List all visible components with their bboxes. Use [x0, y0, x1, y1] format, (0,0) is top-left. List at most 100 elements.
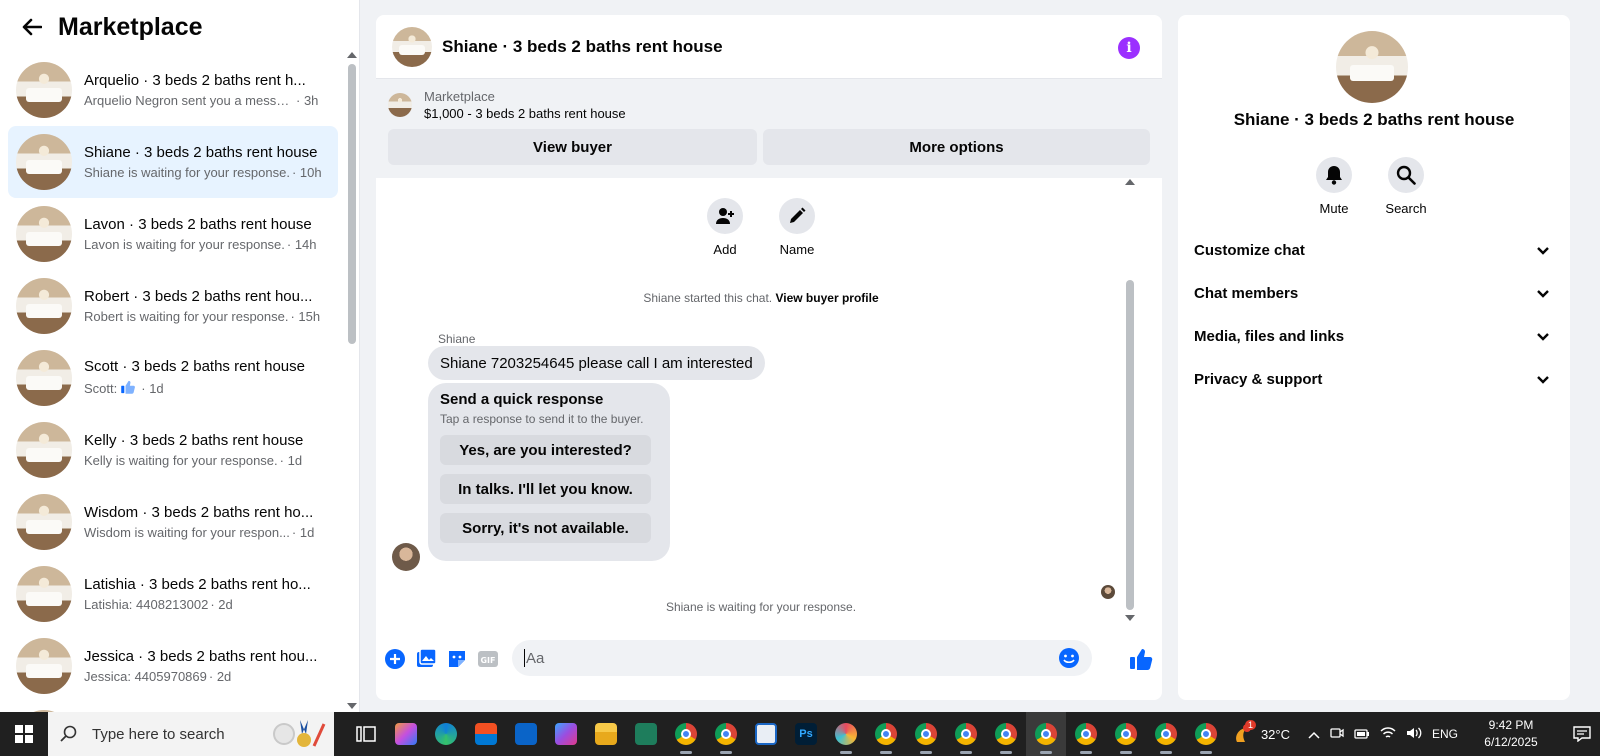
conversation-snippet: Latishia: 4408213002 [84, 597, 209, 612]
sidebar-header: Marketplace [0, 0, 359, 54]
windows-start-icon[interactable] [0, 712, 48, 756]
back-arrow-icon[interactable] [18, 13, 46, 41]
conversation-preview: Wisdom is waiting for your respon... · 1d [84, 525, 324, 540]
search-highlight-icon[interactable] [270, 718, 326, 750]
scroll-up-arrow[interactable] [347, 52, 357, 58]
clock-time: 9:42 PM [1488, 718, 1534, 732]
conversation-item[interactable]: Scott · 3 beds 2 baths rent house Scott: … [8, 342, 338, 414]
app-icon[interactable] [626, 712, 666, 756]
details-actions: Mute Search [1316, 157, 1427, 216]
mute-action[interactable]: Mute [1316, 157, 1352, 216]
conversation-item[interactable]: Latishia · 3 beds 2 baths rent ho... Lati… [8, 558, 338, 630]
search-action[interactable]: Search [1385, 157, 1427, 216]
chrome-icon[interactable] [706, 712, 746, 756]
privacy-support-section[interactable]: Privacy & support [1194, 358, 1554, 401]
conversation-item[interactable]: Wisdom · 3 beds 2 baths rent ho... Wisdom… [8, 486, 338, 558]
chrome-icon[interactable] [1146, 712, 1186, 756]
notification-center-icon[interactable] [1564, 726, 1600, 742]
pencil-icon[interactable] [779, 198, 815, 234]
photo-icon[interactable] [415, 648, 437, 670]
gif-icon[interactable]: GIF [477, 648, 499, 670]
name-action[interactable]: Name [779, 198, 815, 257]
thumbs-up-icon[interactable] [1128, 646, 1154, 672]
chrome-icon[interactable] [1026, 712, 1066, 756]
conversation-name: Robert · 3 beds 2 baths rent hou... [84, 288, 313, 305]
listing-title[interactable]: $1,000 - 3 beds 2 baths rent house [424, 106, 626, 121]
outlook-icon[interactable] [506, 712, 546, 756]
chrome-icon[interactable] [946, 712, 986, 756]
message-input[interactable]: Aa [512, 640, 1092, 676]
system-clock[interactable]: 9:42 PM 6/12/2025 [1472, 717, 1550, 751]
file-explorer-icon[interactable] [586, 712, 626, 756]
add-label: Add [713, 242, 737, 257]
conversation-item[interactable]: Shiane · 3 beds 2 baths rent house Shiane… [8, 126, 338, 198]
listing-thumbnail[interactable] [392, 26, 432, 67]
task-view-icon[interactable] [346, 712, 386, 756]
sticker-icon[interactable] [446, 648, 468, 670]
chrome-icon[interactable] [1106, 712, 1146, 756]
copilot-icon[interactable] [386, 712, 426, 756]
media-files-links-section[interactable]: Media, files and links [1194, 315, 1554, 358]
tray-icons: ENG [1308, 726, 1458, 743]
edge-icon[interactable] [426, 712, 466, 756]
conversation-snippet: Shiane is waiting for your response. [84, 165, 290, 180]
microsoft-store-icon[interactable] [466, 712, 506, 756]
meet-now-icon[interactable] [1330, 726, 1344, 743]
plus-icon[interactable] [384, 648, 406, 670]
conversation-text: Latishia · 3 beds 2 baths rent ho... Lati… [84, 576, 324, 612]
message-bubble[interactable]: Shiane 7203254645 please call I am inter… [428, 346, 765, 380]
search-icon[interactable] [1388, 157, 1424, 193]
language-indicator[interactable]: ENG [1432, 727, 1458, 741]
weather-widget[interactable]: 1 32°C [1233, 720, 1290, 744]
conversation-preview: Robert is waiting for your response. · 15… [84, 309, 324, 324]
sender-avatar[interactable] [392, 543, 420, 571]
chat-scroll-down-arrow[interactable] [1125, 615, 1135, 621]
conversation-item[interactable]: Kelly · 3 beds 2 baths rent house Kelly i… [8, 414, 338, 486]
view-buyer-profile-link[interactable]: View buyer profile [775, 291, 878, 305]
chat-members-section[interactable]: Chat members [1194, 272, 1554, 315]
chrome-icon[interactable] [906, 712, 946, 756]
conversation-item[interactable]: Robert · 3 beds 2 baths rent hou... Rober… [8, 270, 338, 342]
quick-response-option[interactable]: Yes, are you interested? [440, 435, 651, 465]
sidebar-scrollbar[interactable] [348, 64, 356, 344]
conversation-item[interactable]: Jessica · 3 beds 2 baths rent hou... Jess… [8, 630, 338, 702]
microsoft-365-icon[interactable] [546, 712, 586, 756]
view-buyer-button[interactable]: View buyer [388, 129, 758, 165]
scroll-down-arrow[interactable] [347, 703, 357, 709]
conversation-thumbnail [16, 134, 72, 190]
chrome-icon[interactable] [666, 712, 706, 756]
chat-scrollbar[interactable] [1126, 280, 1134, 610]
section-label: Media, files and links [1194, 328, 1345, 345]
chat-title[interactable]: Shiane · 3 beds 2 baths rent house [442, 37, 723, 57]
notepad-icon[interactable] [746, 712, 786, 756]
chrome-icon[interactable] [986, 712, 1026, 756]
chrome-icon[interactable] [866, 712, 906, 756]
add-person-icon[interactable] [707, 198, 743, 234]
conversation-preview: Scott: · 1d [84, 379, 324, 398]
conversation-item[interactable]: Heather · 3 beds 2 baths rent h... [8, 702, 338, 712]
photoshop-icon[interactable]: Ps [786, 712, 826, 756]
chat-window: Shiane · 3 beds 2 baths rent house i Mar… [376, 15, 1162, 700]
chat-scroll-up-arrow[interactable] [1125, 179, 1135, 185]
emoji-icon[interactable] [1058, 647, 1080, 669]
customize-chat-section[interactable]: Customize chat [1194, 229, 1554, 272]
quick-response-option[interactable]: Sorry, it's not available. [440, 513, 651, 543]
battery-icon[interactable] [1354, 727, 1370, 742]
volume-icon[interactable] [1406, 726, 1422, 743]
add-action[interactable]: Add [707, 198, 743, 257]
paint-icon[interactable] [826, 712, 866, 756]
taskbar-search-box[interactable]: Type here to search [48, 712, 334, 756]
conversation-text: Scott · 3 beds 2 baths rent house Scott: … [84, 358, 324, 398]
quick-response-option[interactable]: In talks. I'll let you know. [440, 474, 651, 504]
bell-icon[interactable] [1316, 157, 1352, 193]
chrome-icon[interactable] [1186, 712, 1226, 756]
listing-avatar[interactable] [1336, 31, 1408, 103]
chrome-icon[interactable] [1066, 712, 1106, 756]
conversation-item[interactable]: Lavon · 3 beds 2 baths rent house Lavon i… [8, 198, 338, 270]
search-label: Search [1385, 201, 1427, 216]
info-icon[interactable]: i [1118, 37, 1140, 59]
chevron-up-icon[interactable] [1308, 727, 1320, 742]
wifi-icon[interactable] [1380, 726, 1396, 743]
more-options-button[interactable]: More options [763, 129, 1150, 165]
conversation-item[interactable]: Arquelio · 3 beds 2 baths rent h... Arque… [8, 54, 338, 126]
